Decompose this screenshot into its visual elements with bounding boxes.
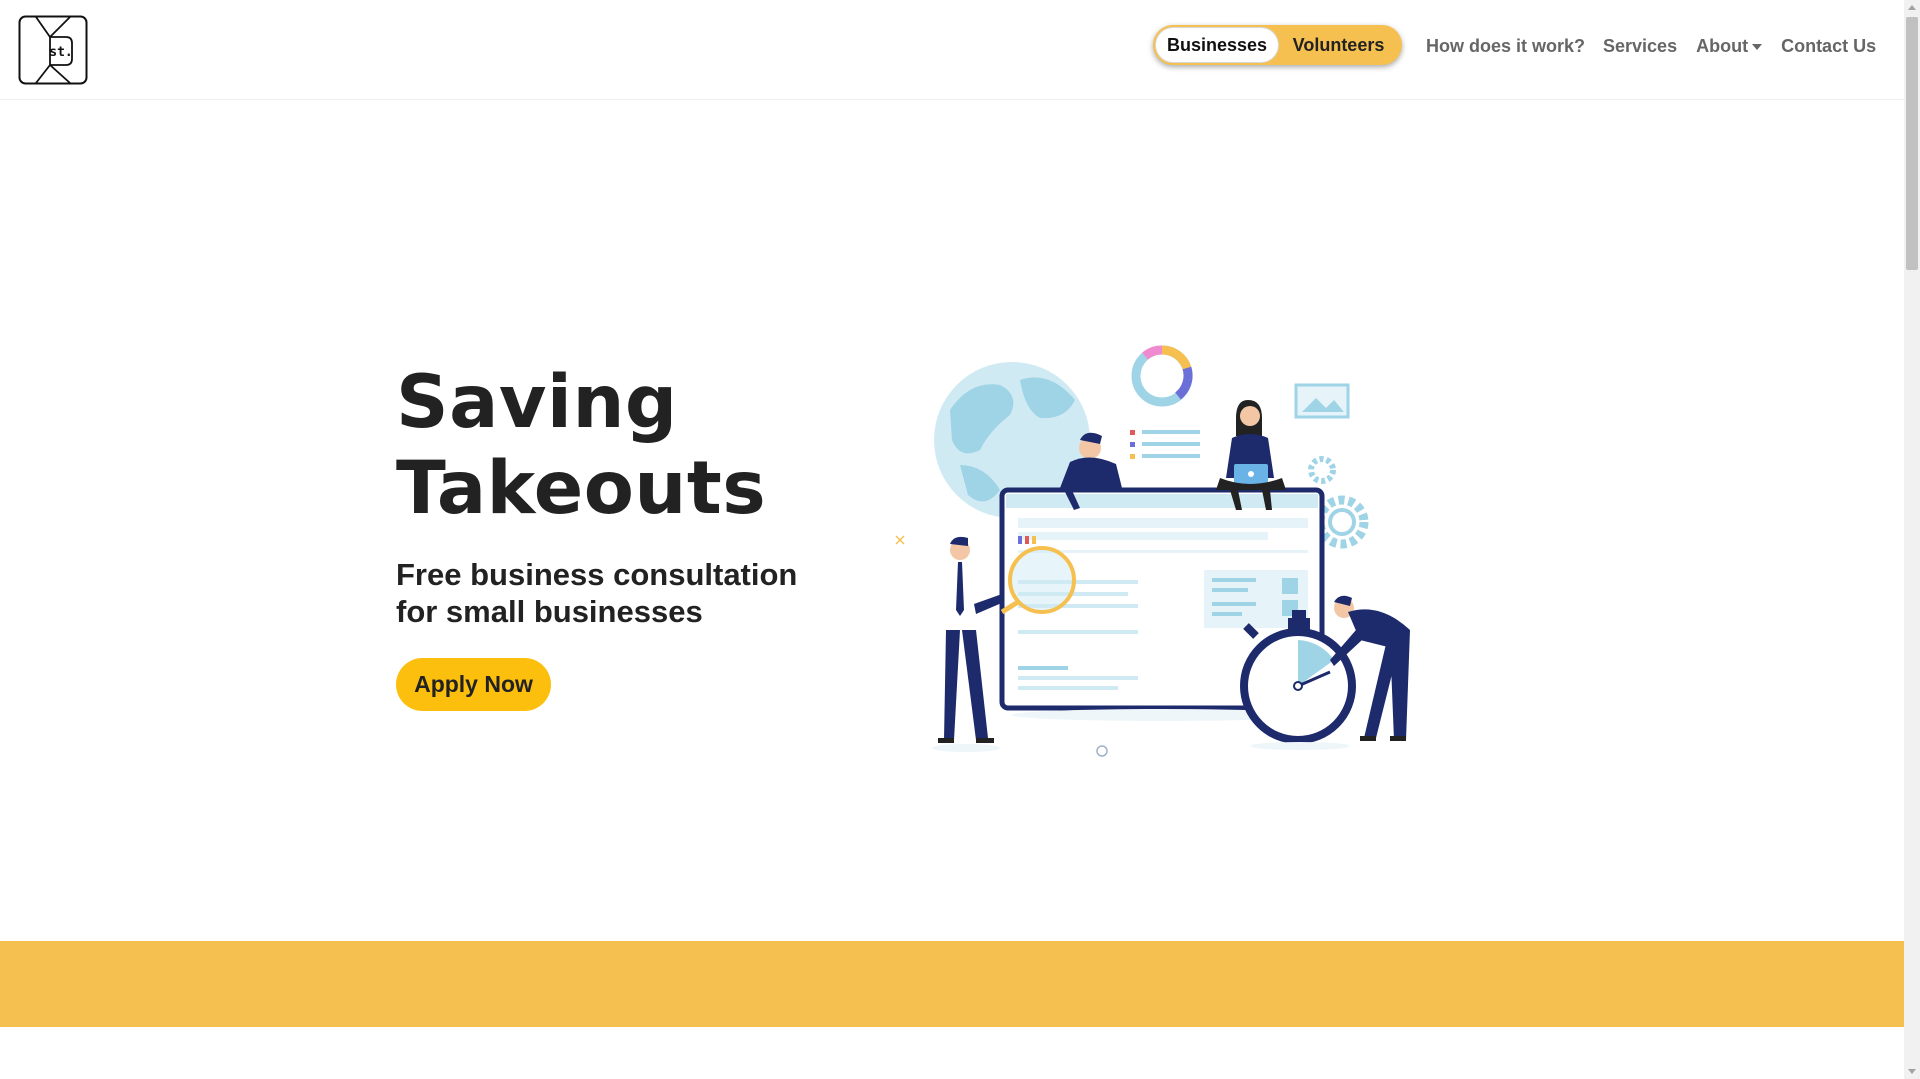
main-nav: How does it work? Services About Contact… [1426, 36, 1876, 57]
hero-title-line2: Takeouts [396, 446, 767, 531]
navbar: st. Businesses Volunteers How does it wo… [0, 0, 1904, 100]
logo-text: st. [49, 45, 72, 60]
apply-now-button[interactable]: Apply Now [396, 658, 551, 711]
man-standing-figure [932, 536, 1004, 752]
hero-title-line1: Saving [396, 360, 678, 445]
nav-services[interactable]: Services [1603, 36, 1677, 57]
site-logo[interactable]: st. [18, 15, 88, 85]
nav-how-it-works[interactable]: How does it work? [1426, 36, 1585, 57]
picture-icon [1294, 383, 1350, 419]
audience-toggle[interactable]: Businesses Volunteers [1153, 25, 1402, 65]
page: st. Businesses Volunteers How does it wo… [0, 0, 1920, 1079]
yellow-band-section [0, 941, 1904, 1027]
scroll-up-arrow-icon[interactable] [1908, 5, 1916, 10]
caret-down-icon [1752, 43, 1763, 50]
hero-subtitle: Free business consultation for small bus… [396, 556, 856, 630]
envelope-logo-icon: st. [18, 15, 88, 85]
hero-subtitle-line2: for small businesses [396, 594, 703, 629]
nav-about[interactable]: About [1696, 36, 1763, 57]
scroll-down-arrow-icon[interactable] [1908, 1069, 1916, 1074]
nav-contact[interactable]: Contact Us [1781, 36, 1876, 57]
donut-chart-icon [1131, 345, 1193, 407]
scrollbar-thumb[interactable] [1906, 17, 1918, 270]
hero-title: Saving Takeouts [396, 360, 876, 532]
decoration-circle-icon [1096, 745, 1108, 757]
toggle-volunteers[interactable]: Volunteers [1278, 28, 1399, 62]
hero-subtitle-line1: Free business consultation [396, 557, 798, 592]
decoration-x-icon [895, 535, 905, 545]
list-lines-icon [1130, 430, 1200, 459]
toggle-businesses[interactable]: Businesses [1156, 28, 1278, 62]
business-consultation-illustration [895, 345, 1410, 757]
vertical-scrollbar[interactable] [1904, 0, 1920, 1079]
nav-about-label: About [1696, 36, 1749, 56]
